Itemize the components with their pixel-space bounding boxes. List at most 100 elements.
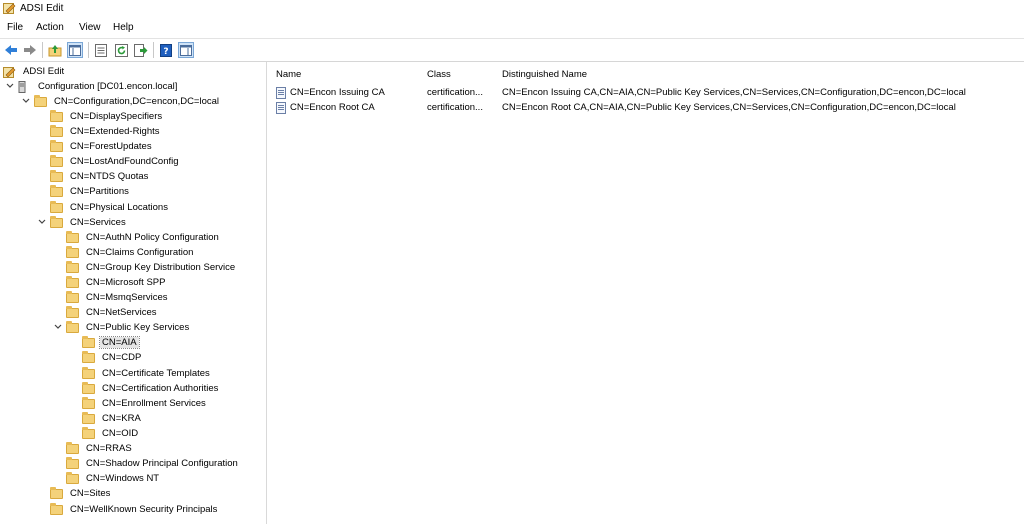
tree-configuration-container[interactable]: CN=Configuration,DC=encon,DC=local <box>21 94 221 108</box>
folder-icon <box>66 305 80 318</box>
properties-icon[interactable] <box>93 42 109 58</box>
tree-root-adsi-edit[interactable]: ADSI Edit <box>3 64 66 78</box>
folder-icon <box>50 502 64 515</box>
tree-public-key-services-container[interactable]: CN=Public Key Services <box>53 320 191 334</box>
tree-item[interactable]: CN=Physical Locations <box>50 200 170 214</box>
tree-item[interactable]: CN=KRA <box>82 411 143 425</box>
folder-icon <box>50 124 64 137</box>
show-hide-action-pane-icon[interactable] <box>178 42 194 58</box>
help-icon[interactable]: ? <box>158 42 174 58</box>
folder-icon <box>66 456 80 469</box>
tree-item[interactable]: CN=Certification Authorities <box>82 381 220 395</box>
tree-item-aia-selected[interactable]: CN=AIA <box>82 335 140 349</box>
server-icon <box>18 80 32 93</box>
tree-item[interactable]: CN=Microsoft SPP <box>66 275 167 289</box>
menu-view[interactable]: View <box>79 22 101 33</box>
folder-icon <box>50 154 64 167</box>
toolbar: ? <box>0 38 1024 62</box>
folder-icon <box>50 139 64 152</box>
tree-item[interactable]: CN=WellKnown Security Principals <box>50 502 219 516</box>
column-header-distinguished-name[interactable]: Distinguished Name <box>502 69 587 80</box>
tree-item[interactable]: CN=Extended-Rights <box>50 124 162 138</box>
column-header-class[interactable]: Class <box>427 69 451 80</box>
tree-item[interactable]: CN=NetServices <box>66 305 158 319</box>
row-name: CN=Encon Root CA <box>290 102 375 113</box>
tree-item[interactable]: CN=Certificate Templates <box>82 366 212 380</box>
chevron-down-icon[interactable] <box>5 81 15 91</box>
up-folder-icon[interactable] <box>47 42 63 58</box>
tree-item[interactable]: CN=Windows NT <box>66 471 161 485</box>
result-list[interactable]: Name Class Distinguished Name CN=Encon I… <box>270 62 1024 524</box>
title-bar: ADSI Edit <box>0 0 1024 18</box>
folder-icon <box>82 350 96 363</box>
folder-icon <box>66 260 80 273</box>
tree-item[interactable]: CN=Group Key Distribution Service <box>66 260 237 274</box>
menu-bar: File Action View Help <box>0 19 1024 37</box>
toolbar-separator <box>42 42 43 58</box>
folder-icon <box>82 381 96 394</box>
tree-item[interactable]: CN=Shadow Principal Configuration <box>66 456 240 470</box>
folder-icon <box>50 109 64 122</box>
console-tree[interactable]: ADSI Edit Configuration [DC01.encon.loca… <box>0 62 267 524</box>
folder-icon <box>50 169 64 182</box>
folder-icon <box>82 335 96 348</box>
tree-item[interactable]: CN=OID <box>82 426 140 440</box>
folder-icon <box>66 290 80 303</box>
menu-action[interactable]: Action <box>36 22 64 33</box>
tree-item[interactable]: CN=DisplaySpecifiers <box>50 109 164 123</box>
show-hide-tree-icon[interactable] <box>67 42 83 58</box>
forward-icon[interactable] <box>22 42 38 58</box>
row-class: certification... <box>427 87 483 98</box>
folder-icon <box>82 396 96 409</box>
folder-icon <box>66 245 80 258</box>
tree-item[interactable]: CN=Claims Configuration <box>66 245 195 259</box>
row-distinguished-name: CN=Encon Root CA,CN=AIA,CN=Public Key Se… <box>502 102 956 113</box>
folder-icon <box>66 275 80 288</box>
tree-item[interactable]: CN=Partitions <box>50 184 131 198</box>
tree-item[interactable]: CN=NTDS Quotas <box>50 169 150 183</box>
toolbar-separator <box>88 42 89 58</box>
folder-icon <box>66 441 80 454</box>
folder-icon <box>50 184 64 197</box>
tree-item[interactable]: CN=Enrollment Services <box>82 396 208 410</box>
tree-item[interactable]: CN=RRAS <box>66 441 134 455</box>
certification-authority-object-icon <box>276 102 286 114</box>
tree-item[interactable]: CN=CDP <box>82 350 143 364</box>
row-distinguished-name: CN=Encon Issuing CA,CN=AIA,CN=Public Key… <box>502 87 966 98</box>
svg-text:?: ? <box>163 47 168 57</box>
list-row[interactable]: CN=Encon Root CA certification... CN=Enc… <box>270 101 1024 115</box>
refresh-icon[interactable] <box>113 42 129 58</box>
tree-services-container[interactable]: CN=Services <box>37 215 128 229</box>
adsi-edit-app-icon <box>3 2 16 14</box>
window-title: ADSI Edit <box>20 3 64 14</box>
adsi-edit-icon <box>3 66 17 78</box>
folder-icon <box>50 486 64 499</box>
menu-help[interactable]: Help <box>113 22 134 33</box>
folder-icon <box>66 471 80 484</box>
toolbar-separator <box>153 42 154 58</box>
folder-icon <box>34 94 48 107</box>
tree-item[interactable]: CN=ForestUpdates <box>50 139 154 153</box>
tree-connection-configuration[interactable]: Configuration [DC01.encon.local] <box>5 79 179 93</box>
folder-icon <box>82 366 96 379</box>
list-row[interactable]: CN=Encon Issuing CA certification... CN=… <box>270 86 1024 100</box>
tree-item[interactable]: CN=MsmqServices <box>66 290 170 304</box>
menu-file[interactable]: File <box>7 22 23 33</box>
folder-icon <box>66 230 80 243</box>
chevron-down-icon[interactable] <box>21 96 31 106</box>
folder-icon <box>66 320 80 333</box>
back-icon[interactable] <box>3 42 19 58</box>
folder-icon <box>50 215 64 228</box>
certification-authority-object-icon <box>276 87 286 99</box>
tree-item[interactable]: CN=LostAndFoundConfig <box>50 154 181 168</box>
folder-icon <box>82 426 96 439</box>
folder-icon <box>82 411 96 424</box>
row-class: certification... <box>427 102 483 113</box>
export-list-icon[interactable] <box>133 42 149 58</box>
chevron-down-icon[interactable] <box>53 322 63 332</box>
tree-item[interactable]: CN=AuthN Policy Configuration <box>66 230 221 244</box>
tree-item[interactable]: CN=Sites <box>50 486 112 500</box>
chevron-down-icon[interactable] <box>37 217 47 227</box>
column-header-name[interactable]: Name <box>276 69 301 80</box>
row-name: CN=Encon Issuing CA <box>290 87 385 98</box>
